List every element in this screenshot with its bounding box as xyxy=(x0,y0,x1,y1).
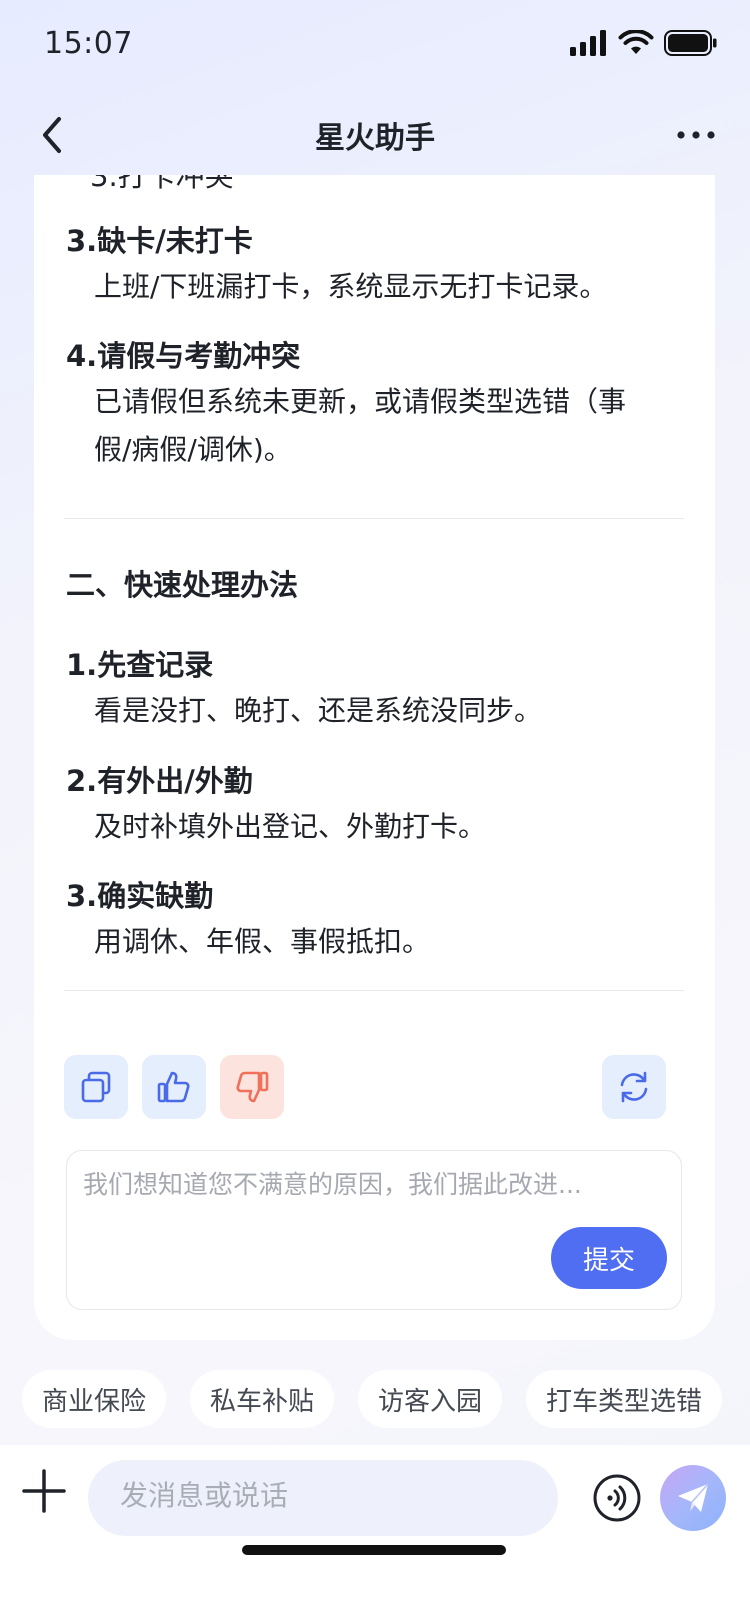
copy-button[interactable] xyxy=(64,1055,128,1119)
send-button[interactable] xyxy=(660,1465,726,1531)
more-horizontal-icon xyxy=(677,131,715,139)
signal-icon xyxy=(570,30,606,56)
battery-icon xyxy=(664,30,717,56)
voice-icon xyxy=(593,1474,641,1522)
item-title: 2.有外出/外勤 xyxy=(66,764,253,798)
divider xyxy=(64,518,684,519)
message-input-wrapper xyxy=(88,1460,558,1536)
voice-input-button[interactable] xyxy=(592,1473,642,1523)
page-title: 星火助手 xyxy=(315,121,435,156)
home-indicator xyxy=(242,1545,506,1555)
like-button[interactable] xyxy=(142,1055,206,1119)
item-title: 3.缺卡/未打卡 xyxy=(66,224,253,258)
regenerate-button[interactable] xyxy=(602,1055,666,1119)
dislike-button[interactable] xyxy=(220,1055,284,1119)
status-icons xyxy=(570,30,718,56)
wifi-icon xyxy=(618,30,654,54)
suggestion-chips: 商业保险 私车补贴 访客入园 打车类型选错 xyxy=(0,1370,750,1430)
divider xyxy=(64,990,684,991)
suggestion-chip[interactable]: 打车类型选错 xyxy=(526,1370,723,1428)
message-input-bar xyxy=(0,1445,750,1620)
add-attachment-button[interactable] xyxy=(20,1467,68,1515)
refresh-icon xyxy=(620,1071,648,1103)
send-icon xyxy=(678,1483,709,1512)
item-desc: 已请假但系统未更新，或请假类型选错（事假/病假/调休)。 xyxy=(94,385,627,466)
item-desc: 上班/下班漏打卡，系统显示无打卡记录。 xyxy=(94,270,608,303)
submit-feedback-button[interactable]: 提交 xyxy=(551,1227,667,1289)
assistant-message-card: 3.打卡冲突 3.缺卡/未打卡 上班/下班漏打卡，系统显示无打卡记录。 4.请假… xyxy=(34,175,715,1340)
thumbs-up-icon xyxy=(157,1071,190,1103)
feedback-box: 提交 xyxy=(66,1150,682,1310)
status-bar: 15:07 xyxy=(0,0,750,90)
thumbs-down-icon xyxy=(236,1071,269,1103)
item-desc: 用调休、年假、事假抵扣。 xyxy=(94,925,431,958)
item-title: 1.先查记录 xyxy=(66,648,214,682)
plus-icon xyxy=(22,1469,66,1513)
suggestion-chip[interactable]: 访客入园 xyxy=(358,1370,503,1428)
feedback-input[interactable] xyxy=(81,1169,645,1200)
copy-icon xyxy=(81,1071,111,1103)
item-desc: 及时补填外出登记、外勤打卡。 xyxy=(94,810,487,843)
message-input[interactable] xyxy=(118,1478,532,1513)
item-desc: 看是没打、晚打、还是系统没同步。 xyxy=(94,694,543,727)
top-nav-bar: 星火助手 xyxy=(0,95,750,175)
suggestion-chip[interactable]: 商业保险 xyxy=(22,1370,167,1428)
suggestion-chip[interactable]: 私车补贴 xyxy=(190,1370,335,1428)
section-title: 二、快速处理办法 xyxy=(66,568,299,602)
item-title: 3.确实缺勤 xyxy=(66,879,214,913)
status-time: 15:07 xyxy=(44,26,133,61)
item-title: 4.请假与考勤冲突 xyxy=(66,339,301,373)
more-options-button[interactable] xyxy=(666,105,726,165)
clipped-text: 3.打卡冲突 xyxy=(90,175,234,193)
